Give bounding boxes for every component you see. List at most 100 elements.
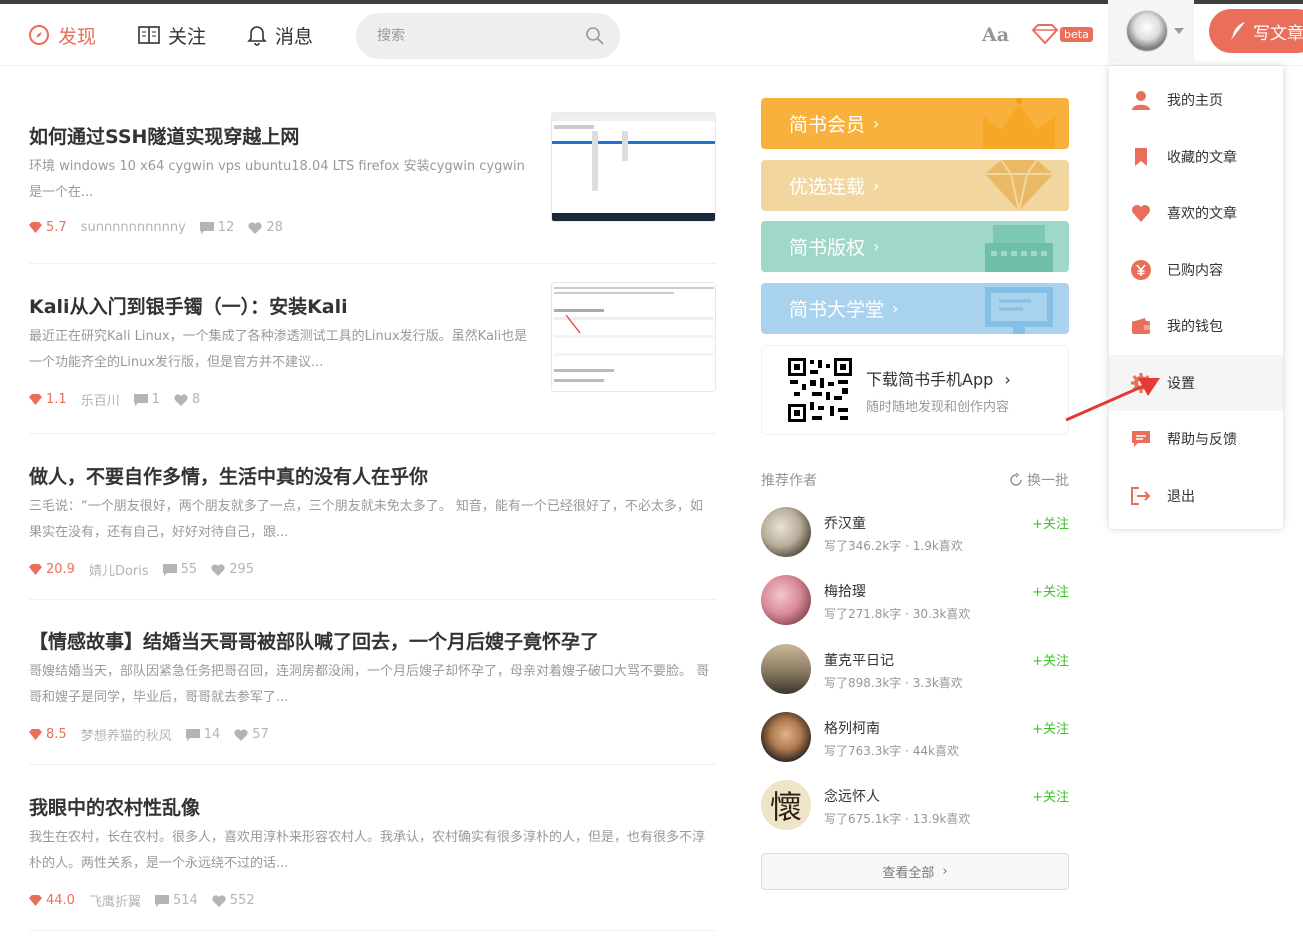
comment-icon (185, 728, 200, 741)
menu-item-liked[interactable]: 喜欢的文章 (1109, 185, 1283, 241)
article-meta: 8.5 梦想养猫的秋风 14 57 (29, 725, 283, 744)
like-count: 28 (248, 220, 283, 235)
beta-diamond-button[interactable]: beta (1032, 24, 1093, 44)
refresh-button[interactable]: 换一批 (1009, 470, 1069, 490)
author-name[interactable]: 梅拾璎 (824, 581, 866, 601)
beta-tag: beta (1060, 26, 1093, 42)
author-name[interactable]: 念远怀人 (824, 786, 880, 806)
caret-down-icon (1174, 28, 1184, 34)
like-count: 57 (234, 727, 269, 742)
comment-count: 1 (133, 392, 160, 407)
heart-icon (211, 563, 225, 576)
book-icon (138, 26, 160, 44)
article-title[interactable]: Kali从入门到银手镯（一）：安装Kali (29, 292, 348, 319)
heart-icon (212, 894, 226, 907)
banner-copyright[interactable]: 简书版权 › (761, 221, 1069, 272)
banner-label: 简书大学堂 (789, 299, 885, 321)
menu-item-logout[interactable]: 退出 (1109, 468, 1283, 524)
article-abstract: 环境 windows 10 x64 cygwin vps ubuntu18.04… (29, 159, 525, 200)
comment-count: 12 (199, 220, 234, 235)
compass-icon (29, 25, 49, 45)
avatar[interactable] (761, 575, 811, 625)
app-subtitle: 随时随地发现和创作内容 (866, 400, 1010, 415)
article-meta: 44.0 飞鹰折翼 514 552 (29, 891, 269, 910)
nav-discover-label: 发现 (58, 25, 97, 48)
user-menu-trigger[interactable] (1108, 0, 1194, 62)
avatar[interactable] (761, 507, 811, 557)
crown-icon (983, 98, 1055, 149)
author-item: 乔汉童 写了346.2k字 · 1.9k喜欢 +关注 (761, 507, 1069, 559)
article-meta: 1.1 乐百川 1 8 (29, 390, 214, 409)
banner-label: 优选连载 (789, 176, 866, 198)
banner-membership[interactable]: 简书会员 › (761, 98, 1069, 149)
search-input[interactable] (377, 24, 577, 48)
avatar[interactable]: 懷 (761, 780, 811, 830)
banner-serial[interactable]: 优选连载 › (761, 160, 1069, 211)
article-author[interactable]: sunnnnnnnnnny (81, 220, 186, 235)
chevron-right-icon: › (873, 176, 880, 195)
article-item: 如何通过SSH隧道实现穿越上网 环境 windows 10 x64 cygwin… (29, 112, 716, 264)
write-article-button[interactable]: 写文章 (1209, 9, 1303, 53)
article-thumbnail[interactable] (551, 112, 716, 222)
user-dropdown-menu: 我的主页 收藏的文章 喜欢的文章 已购内容 我的钱包 设置 帮助与反馈 退出 (1109, 66, 1283, 529)
diamond-icon (29, 895, 42, 906)
see-all-button[interactable]: 查看全部 › (761, 853, 1069, 890)
chevron-right-icon: › (942, 864, 948, 879)
article-thumbnail[interactable] (551, 282, 716, 392)
author-name[interactable]: 格列柯南 (824, 718, 880, 738)
follow-button[interactable]: +关注 (1032, 650, 1069, 669)
article-title[interactable]: 我眼中的农村性乱像 (29, 793, 200, 820)
chevron-right-icon: › (892, 299, 899, 318)
article-author[interactable]: 乐百川 (81, 390, 120, 409)
menu-item-homepage[interactable]: 我的主页 (1109, 72, 1283, 128)
article-item: Kali从入门到银手镯（一）：安装Kali 最近正在研究Kali Linux，一… (29, 282, 716, 434)
banner-university[interactable]: 简书大学堂 › (761, 283, 1069, 334)
nav-discover[interactable]: 发现 (28, 20, 96, 50)
menu-item-bookmarks[interactable]: 收藏的文章 (1109, 129, 1283, 185)
author-item: 梅拾璎 写了271.8k字 · 30.3k喜欢 +关注 (761, 575, 1069, 627)
author-name[interactable]: 乔汉童 (824, 513, 866, 533)
banner-label: 简书版权 (789, 237, 866, 259)
article-title[interactable]: 【情感故事】结婚当天哥哥被部队喊了回去，一个月后嫂子竟怀孕了 (29, 627, 599, 654)
red-arrow-annotation (1065, 378, 1160, 422)
heart-icon (174, 393, 188, 406)
nav-follow[interactable]: 关注 (138, 20, 206, 50)
article-author[interactable]: 梦想养猫的秋风 (81, 725, 172, 744)
diamond-icon (29, 564, 42, 575)
follow-button[interactable]: +关注 (1032, 786, 1069, 805)
article-abstract: 我生在农村，长在农村。很多人，喜欢用淳朴来形容农村人。我承认，农村确实有很多淳朴… (29, 830, 706, 871)
follow-button[interactable]: +关注 (1032, 718, 1069, 737)
chevron-right-icon: › (1004, 370, 1011, 389)
article-author[interactable]: 飞鹰折翼 (89, 891, 141, 910)
write-label: 写文章 (1253, 23, 1303, 44)
diamond-icon (29, 729, 42, 740)
score: 8.5 (29, 727, 67, 742)
download-app-box[interactable]: 下载简书手机App › 随时随地发现和创作内容 (761, 345, 1069, 435)
article-item: 【情感故事】结婚当天哥哥被部队喊了回去，一个月后嫂子竟怀孕了 哥嫂结婚当天，部队… (29, 627, 716, 765)
search-icon[interactable] (585, 26, 605, 46)
author-stat: 写了898.3k字 · 3.3k喜欢 (824, 676, 963, 690)
follow-button[interactable]: +关注 (1032, 581, 1069, 600)
comment-icon (199, 221, 214, 234)
nav-messages[interactable]: 消息 (247, 20, 313, 50)
comment-icon (154, 894, 169, 907)
nav-follow-label: 关注 (168, 25, 207, 48)
avatar[interactable] (761, 644, 811, 694)
heart-icon (234, 728, 248, 741)
author-stat: 写了271.8k字 · 30.3k喜欢 (824, 607, 971, 621)
feather-icon (1231, 22, 1245, 40)
article-title[interactable]: 如何通过SSH隧道实现穿越上网 (29, 122, 299, 149)
follow-button[interactable]: +关注 (1032, 513, 1069, 532)
author-name[interactable]: 董克平日记 (824, 650, 894, 670)
chevron-right-icon: › (873, 237, 880, 256)
comment-icon (162, 563, 177, 576)
font-toggle[interactable]: Aa (982, 24, 1009, 46)
article-author[interactable]: 婧儿Doris (89, 560, 149, 579)
menu-item-purchased[interactable]: 已购内容 (1109, 242, 1283, 298)
avatar[interactable] (761, 712, 811, 762)
author-item: 董克平日记 写了898.3k字 · 3.3k喜欢 +关注 (761, 644, 1069, 696)
avatar[interactable] (1126, 10, 1168, 52)
article-title[interactable]: 做人，不要自作多情，生活中真的没有人在乎你 (29, 462, 428, 489)
diamond-icon (29, 222, 42, 233)
menu-item-wallet[interactable]: 我的钱包 (1109, 298, 1283, 354)
